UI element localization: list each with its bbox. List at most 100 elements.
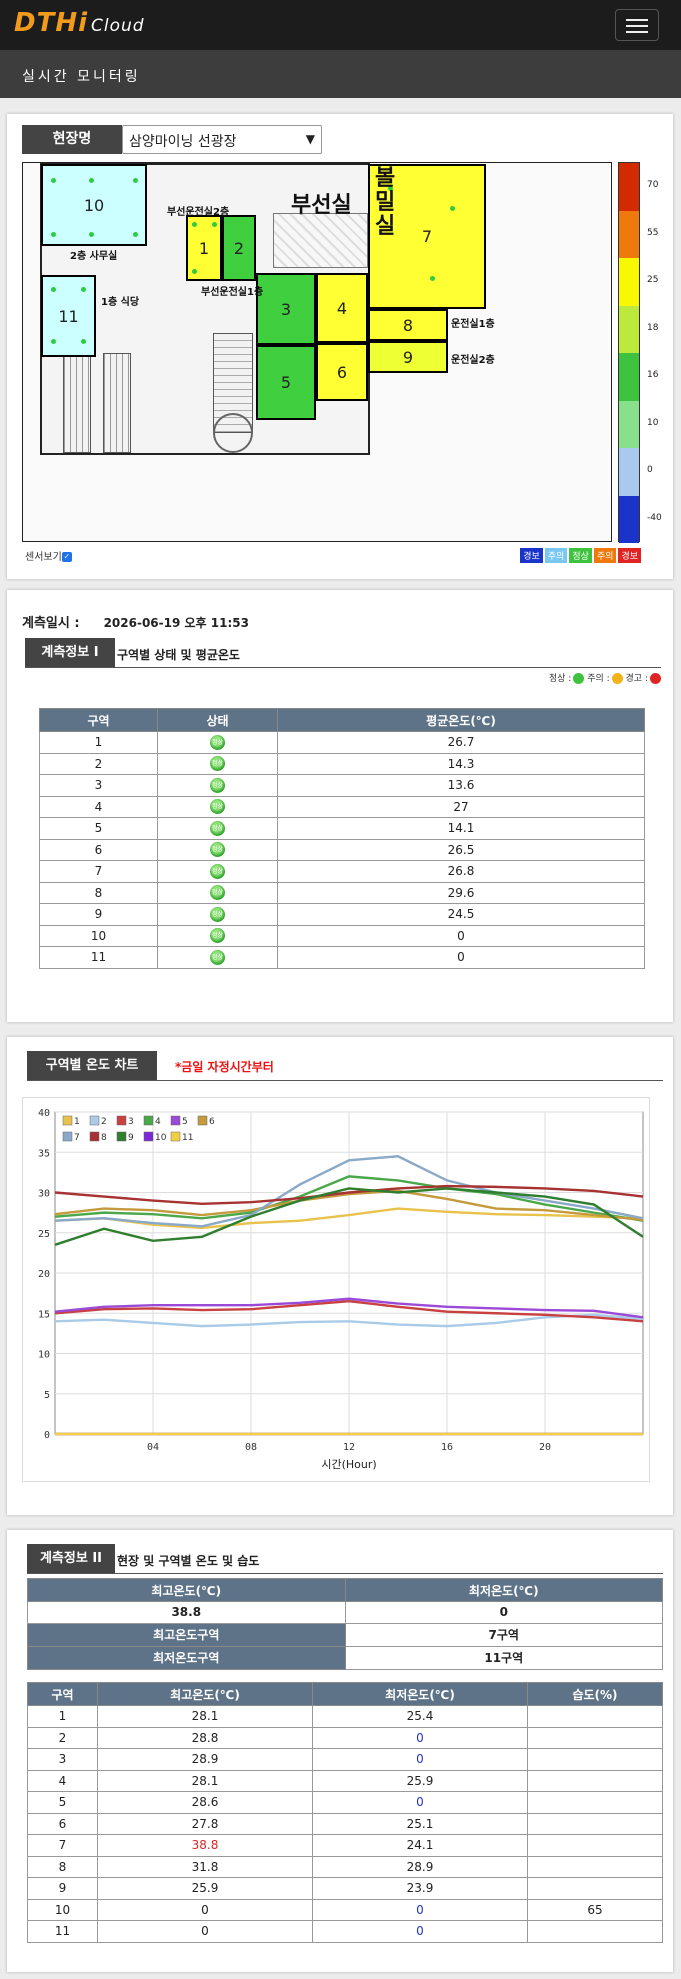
scale-band: [619, 495, 639, 543]
max-temp-cell: 31.8: [97, 1855, 313, 1878]
measurement-info1-panel: 계측일시 :2026-06-19 오후 11:53 계측정보 I 구역별 상태 …: [7, 590, 673, 1022]
table-row: 4 정상 27: [39, 795, 645, 818]
table-row: 6 정상 26.5: [39, 838, 645, 861]
zone-11[interactable]: 11: [41, 275, 96, 357]
app-logo[interactable]: DTHi Cloud: [14, 8, 145, 38]
normal-status-icon: 정상: [210, 928, 225, 944]
normal-status-icon: 정상: [210, 906, 225, 922]
zone-6[interactable]: 6: [316, 343, 368, 401]
col-min-temp: 최저온도(℃): [312, 1682, 528, 1706]
humidity-cell: [527, 1834, 663, 1857]
table-row: 5 28.6 0: [27, 1791, 663, 1814]
avg-temp-cell: 26.5: [277, 838, 645, 861]
scale-label: 18: [647, 322, 659, 333]
zone-3[interactable]: 3: [256, 273, 316, 345]
legend-label: 10: [155, 1133, 167, 1143]
status-cell: 정상: [157, 774, 278, 797]
sensor-view-toggle[interactable]: 센서보기 ✓: [25, 548, 72, 563]
zone-cell: 8: [39, 881, 158, 904]
temperature-chart-panel: 구역별 온도 차트 *금일 자정시간부터 0 5 10 15 20 25 30 35 40 04 0…: [7, 1037, 673, 1515]
max-temp-cell: 25.9: [97, 1877, 313, 1900]
zone-cell: 6: [27, 1812, 98, 1835]
x-axis-label: 시간(Hour): [321, 1458, 376, 1471]
humidity-cell: 65: [527, 1898, 663, 1921]
label-control2: 운전실2층: [451, 355, 495, 366]
zone-5[interactable]: 5: [256, 345, 316, 420]
status-cell: 정상: [157, 860, 278, 883]
min-temp-cell: 28.9: [312, 1855, 528, 1878]
scale-label: 25: [647, 275, 659, 285]
site-map-panel: 현장명 삼양마이닝 선광장 ▼ 10 11 1 2 3 5 4 6 7 8 9 2…: [7, 114, 673, 579]
y-tick-label: 40: [38, 1108, 50, 1119]
scale-band: [619, 353, 639, 401]
zone-4[interactable]: 4: [316, 273, 368, 343]
zone-status-table: 구역 상태 평균온도(℃) 1 정상 26.7 2 정상 14.3 3 정상 13.6 4 정상 27…: [39, 708, 645, 969]
max-temp-cell: 28.1: [97, 1705, 313, 1728]
y-tick-label: 5: [44, 1390, 50, 1401]
status-cell: 정상: [157, 731, 278, 754]
scale-label: 55: [647, 227, 659, 238]
zone-cell: 11: [27, 1920, 98, 1943]
normal-status-icon: 정상: [210, 949, 225, 965]
zone-10[interactable]: 10: [41, 164, 147, 246]
humidity-cell: [527, 1812, 663, 1835]
chart-note: *금일 자정시간부터: [175, 1060, 274, 1074]
label-flotation-room1: 부선운전실1층: [201, 287, 264, 298]
status-cell: 정상: [157, 838, 278, 861]
table-row: 6 27.8 25.1: [27, 1812, 663, 1835]
scale-band: [619, 305, 639, 353]
min-temp-cell: 0: [312, 1791, 528, 1814]
info1-subtitle: 구역별 상태 및 평균온도: [117, 648, 240, 662]
avg-temp-cell: 14.3: [277, 752, 645, 775]
col-status: 상태: [157, 708, 278, 732]
avg-temp-cell: 13.6: [277, 774, 645, 797]
humidity-cell: [527, 1920, 663, 1943]
chevron-down-icon: ▼: [305, 132, 315, 146]
status-cell: 정상: [157, 817, 278, 840]
chart-section-title: 구역별 온도 차트: [27, 1051, 157, 1080]
x-tick-label: 08: [245, 1442, 257, 1453]
checkbox-checked-icon[interactable]: ✓: [61, 552, 72, 562]
legend-label: 9: [128, 1133, 134, 1143]
zone-1[interactable]: 1: [186, 215, 222, 281]
zone-cell: 8: [27, 1855, 98, 1878]
legend-swatch: [89, 1131, 100, 1142]
zone-9[interactable]: 9: [368, 341, 448, 373]
info2-subtitle: 현장 및 구역별 온도 및 습도: [117, 1554, 260, 1568]
table-row: 11 정상 0: [39, 946, 645, 969]
legend-swatch: [62, 1131, 73, 1142]
conveyor-drawing: [63, 353, 91, 453]
label-flotation: 부선실: [291, 193, 352, 218]
legend-item: 경보: [520, 548, 543, 563]
table-row: 3 28.9 0: [27, 1748, 663, 1771]
normal-status-icon: 정상: [210, 842, 225, 858]
col-avg-temp: 평균온도(℃): [277, 708, 645, 732]
menu-toggle-button[interactable]: [615, 9, 659, 41]
legend-label: 3: [128, 1117, 134, 1127]
zone-8[interactable]: 8: [368, 309, 448, 341]
humidity-cell: [527, 1791, 663, 1814]
zone-2[interactable]: 2: [222, 215, 256, 281]
max-temp-cell: 0: [97, 1920, 313, 1943]
site-summary-table: 최고온도(℃) 최저온도(℃) 38.8 0 최고온도구역 7구역 최저온도구역…: [27, 1578, 663, 1670]
table-row: 10 정상 0: [39, 924, 645, 947]
info2-title: 계측정보 II: [27, 1544, 115, 1573]
x-tick-label: 04: [147, 1442, 159, 1453]
warning-status-icon: [650, 673, 661, 684]
table-row: 3 정상 13.6: [39, 774, 645, 797]
min-temp-cell: 25.9: [312, 1769, 528, 1792]
avg-temp-cell: 0: [277, 946, 645, 969]
min-zone-value: 11구역: [344, 1645, 663, 1670]
normal-status-icon: 정상: [210, 777, 225, 793]
avg-temp-cell: 29.6: [277, 881, 645, 904]
normal-status-icon: 정상: [210, 734, 225, 750]
floor-plan-map: 10 11 1 2 3 5 4 6 7 8 9 2층 사무실 1층 식당 부선운…: [22, 162, 612, 542]
scale-label: 10: [647, 417, 659, 428]
legend-item: 주의: [593, 548, 617, 563]
zone-cell: 9: [39, 903, 158, 926]
min-temp-cell: 23.9: [312, 1877, 528, 1900]
y-tick-label: 20: [38, 1269, 50, 1280]
status-cell: 정상: [157, 752, 278, 775]
zone-cell: 6: [39, 838, 158, 861]
site-select[interactable]: 삼양마이닝 선광장 ▼: [122, 125, 322, 154]
